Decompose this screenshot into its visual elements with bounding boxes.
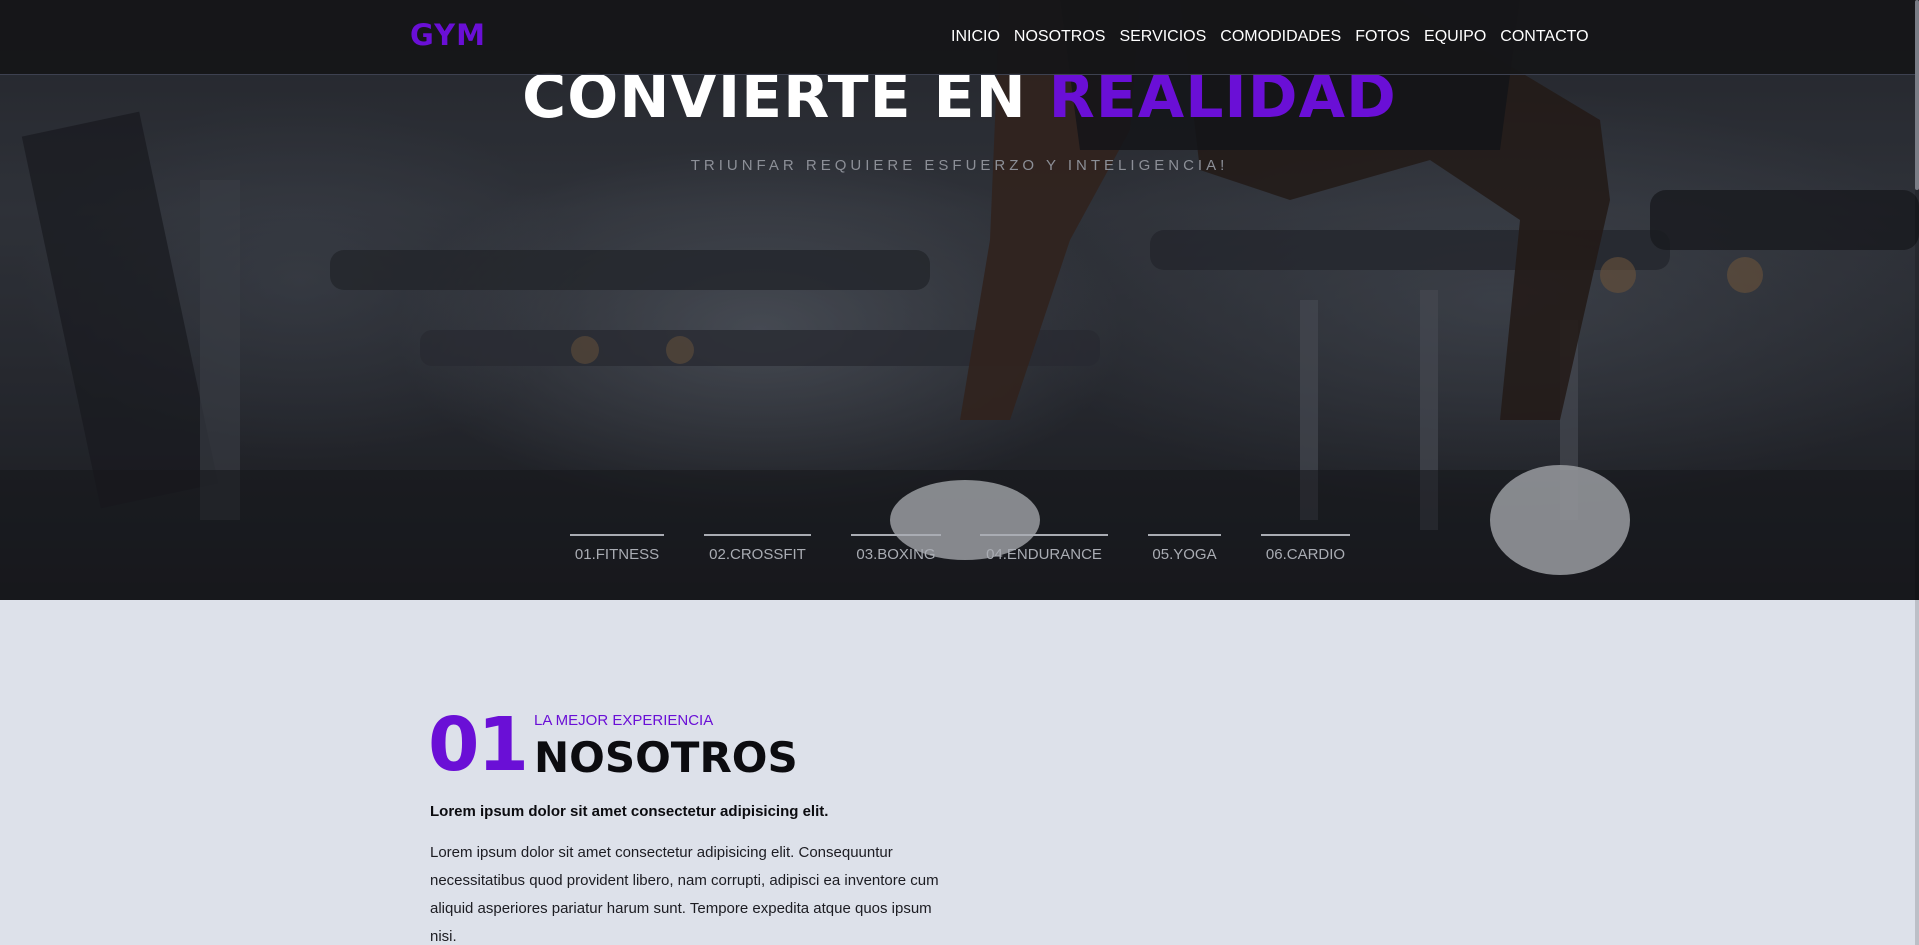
about-body-text: Lorem ipsum dolor sit amet consectetur a… xyxy=(430,844,939,945)
service-tab-yoga[interactable]: 05.YOGA xyxy=(1148,534,1221,564)
service-tab-boxing[interactable]: 03.BOXING xyxy=(851,534,941,564)
nav-menu: INICIO NOSOTROS SERVICIOS COMODIDADES FO… xyxy=(951,28,1589,46)
section-title: NOSOTROS xyxy=(534,733,798,782)
hero-section: CONVIERTE EN REALIDAD TRIUNFAR REQUIERE … xyxy=(0,0,1919,600)
nav-link-comodidades[interactable]: COMODIDADES xyxy=(1220,28,1341,46)
nav-link-nosotros[interactable]: NOSOTROS xyxy=(1014,28,1106,46)
service-tab-endurance[interactable]: 04.ENDURANCE xyxy=(980,534,1108,564)
page-scrollbar[interactable] xyxy=(1915,0,1919,945)
nav-link-contacto[interactable]: CONTACTO xyxy=(1500,28,1588,46)
nav-link-equipo[interactable]: EQUIPO xyxy=(1424,28,1486,46)
navbar: GYM INICIO NOSOTROS SERVICIOS COMODIDADE… xyxy=(0,0,1919,75)
section-kicker: LA MEJOR EXPERIENCIA xyxy=(534,712,714,729)
section-number: 01 xyxy=(428,702,529,788)
services-tabs: 01.FITNESS 02.CROSSFIT 03.BOXING 04.ENDU… xyxy=(0,534,1919,566)
about-section: 01 LA MEJOR EXPERIENCIA NOSOTROS Lorem i… xyxy=(0,600,1919,945)
service-tab-cardio[interactable]: 06.CARDIO xyxy=(1261,534,1350,564)
service-tab-fitness[interactable]: 01.FITNESS xyxy=(570,534,664,564)
logo[interactable]: GYM xyxy=(410,18,486,52)
nav-link-fotos[interactable]: FOTOS xyxy=(1355,28,1410,46)
nav-link-inicio[interactable]: INICIO xyxy=(951,28,1000,46)
nav-link-servicios[interactable]: SERVICIOS xyxy=(1119,28,1206,46)
page-scrollbar-thumb[interactable] xyxy=(1915,0,1919,190)
about-lead-text: Lorem ipsum dolor sit amet consectetur a… xyxy=(430,803,829,820)
service-tab-crossfit[interactable]: 02.CROSSFIT xyxy=(704,534,811,564)
hero-subtitle: TRIUNFAR REQUIERE ESFUERZO Y INTELIGENCI… xyxy=(690,157,1229,174)
